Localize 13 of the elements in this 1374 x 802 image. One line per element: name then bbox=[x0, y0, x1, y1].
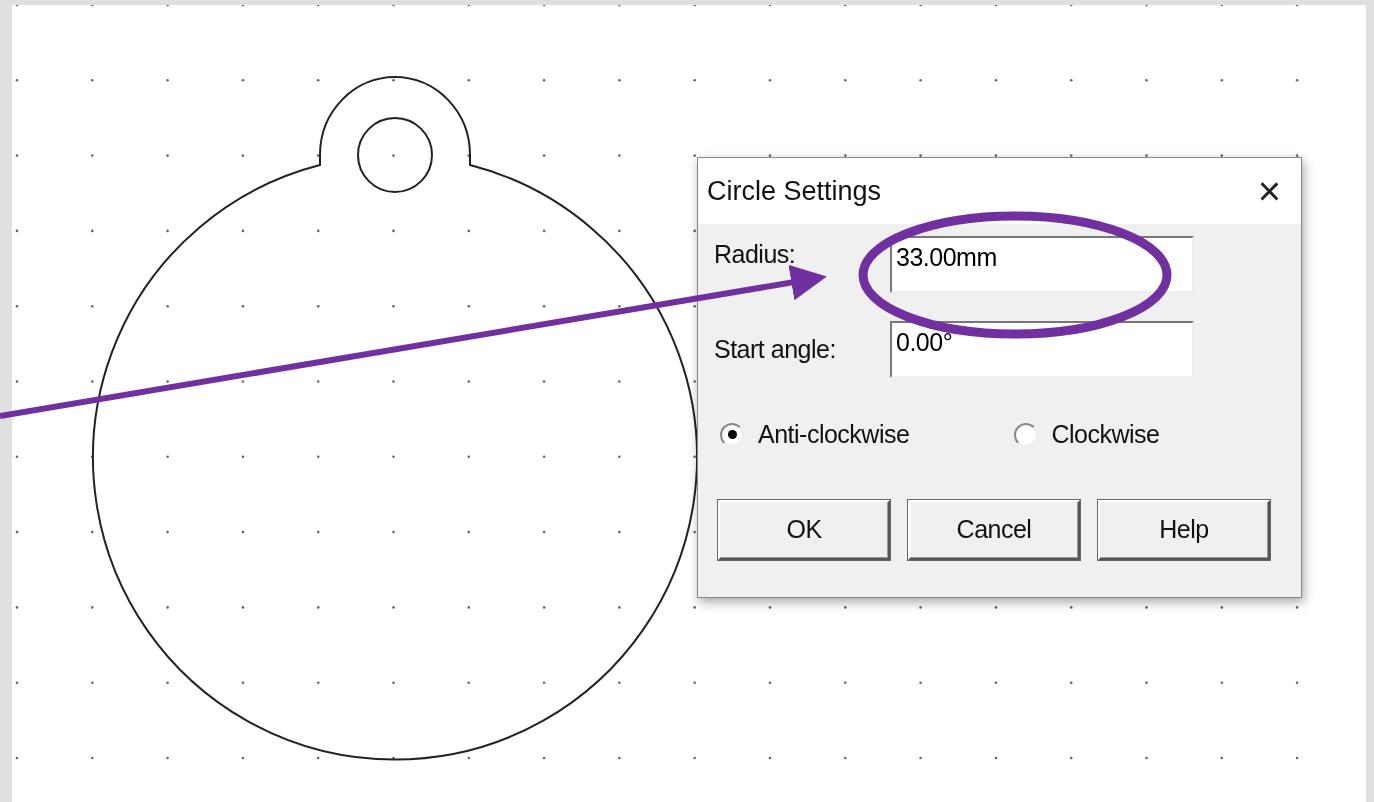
radio-option[interactable]: Anti-clockwise bbox=[714, 416, 1008, 454]
dialog-button[interactable]: OK bbox=[718, 499, 890, 560]
field-label: Radius: bbox=[714, 239, 796, 270]
radio-option[interactable]: Clockwise bbox=[1007, 416, 1301, 454]
field-label: Start angle: bbox=[714, 333, 836, 365]
input-field[interactable]: 0.00° bbox=[890, 321, 1194, 378]
radio-label: Anti-clockwise bbox=[758, 419, 910, 450]
input-field[interactable]: 33.00mm bbox=[890, 236, 1194, 293]
dialog-button[interactable]: Cancel bbox=[908, 499, 1080, 560]
dialog-title: Circle Settings bbox=[707, 174, 882, 208]
radio-label: Clockwise bbox=[1051, 419, 1160, 450]
close-button[interactable]: × bbox=[1247, 171, 1291, 211]
dialog-button[interactable]: Help bbox=[1098, 499, 1270, 560]
